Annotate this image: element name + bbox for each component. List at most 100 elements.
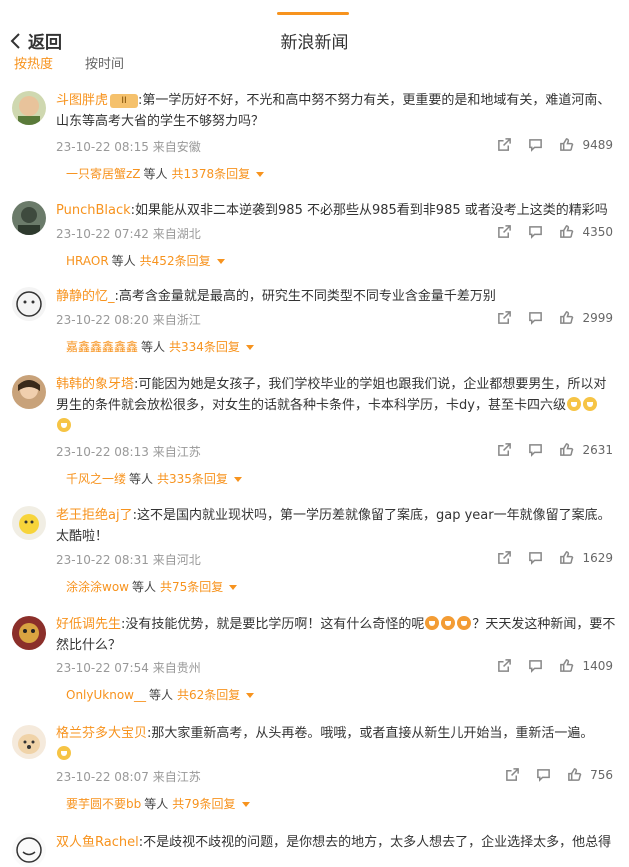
crying-emoji-icon xyxy=(57,418,71,432)
reply-summary[interactable]: 嘉鑫鑫鑫鑫鑫 等人 共334条回复 xyxy=(66,338,254,355)
comment-meta: 23-10-22 08:07 来自江苏 xyxy=(56,768,201,785)
reply-count[interactable]: 共75条回复 xyxy=(160,578,223,595)
thumbs-up-icon xyxy=(560,551,574,564)
avatar[interactable] xyxy=(12,833,46,867)
location: 来自江苏 xyxy=(152,770,201,784)
like-button[interactable]: 2631 xyxy=(559,442,613,457)
reply-summary[interactable]: 要芋圆不要bb 等人 共79条回复 xyxy=(66,795,250,812)
reply-user[interactable]: OnlyUknow__ xyxy=(66,688,146,702)
chevron-down-icon xyxy=(241,802,250,807)
avatar[interactable] xyxy=(12,616,46,650)
reply-user[interactable]: HRAOR xyxy=(66,254,109,268)
reply-mid: 等人 xyxy=(129,472,154,486)
avatar[interactable] xyxy=(12,287,46,321)
like-count: 2999 xyxy=(582,310,613,325)
like-button[interactable]: 1629 xyxy=(559,550,613,565)
reply-user[interactable]: 涂涂涂wow xyxy=(66,578,129,595)
timestamp: 23-10-22 07:54 xyxy=(56,661,149,675)
comment-icon[interactable] xyxy=(528,310,543,325)
share-icon[interactable] xyxy=(497,137,512,152)
thumbs-up-icon xyxy=(560,225,574,238)
comment-meta: 23-10-22 08:15 来自安徽 xyxy=(56,138,201,155)
like-button[interactable]: 756 xyxy=(567,767,613,782)
reply-mid: 等人 xyxy=(144,797,169,811)
reply-count[interactable]: 共334条回复 xyxy=(169,338,240,355)
comment-actions: 1409 xyxy=(497,658,613,673)
timestamp: 23-10-22 07:42 xyxy=(56,227,149,241)
share-icon[interactable] xyxy=(497,442,512,457)
tab-time[interactable]: 按时间 xyxy=(85,56,124,76)
comment-icon[interactable] xyxy=(536,767,551,782)
comment-content: :高考含金量就是最高的，研究生不同类型不同专业含金量千差万别 xyxy=(114,289,496,304)
reply-count[interactable]: 共335条回复 xyxy=(157,470,228,487)
location: 来自安徽 xyxy=(152,140,201,154)
comment-meta: 23-10-22 08:31 来自河北 xyxy=(56,551,201,568)
share-icon[interactable] xyxy=(497,310,512,325)
avatar[interactable] xyxy=(12,201,46,235)
surprised-emoji-icon xyxy=(457,616,472,630)
comment-meta: 23-10-22 08:20 来自浙江 xyxy=(56,311,201,328)
comment-icon[interactable] xyxy=(528,137,543,152)
reply-summary[interactable]: 一只寄居蟹zZ 等人 共1378条回复 xyxy=(66,165,265,182)
reply-summary[interactable]: 涂涂涂wow 等人 共75条回复 xyxy=(66,578,238,595)
comment-meta: 23-10-22 08:13 来自江苏 xyxy=(56,443,201,460)
reply-user[interactable]: 嘉鑫鑫鑫鑫鑫 xyxy=(66,338,138,355)
username[interactable]: PunchBlack xyxy=(56,203,131,218)
username[interactable]: 好低调先生 xyxy=(56,617,121,632)
reply-count[interactable]: 共452条回复 xyxy=(140,252,211,269)
like-count: 1629 xyxy=(582,550,613,565)
comment-actions: 9489 xyxy=(497,137,613,152)
like-button[interactable]: 1409 xyxy=(559,658,613,673)
reply-count[interactable]: 共1378条回复 xyxy=(172,165,251,182)
share-icon[interactable] xyxy=(497,224,512,239)
like-button[interactable]: 9489 xyxy=(559,137,613,152)
avatar[interactable] xyxy=(12,375,46,409)
comment-meta: 23-10-22 07:42 来自湖北 xyxy=(56,225,201,242)
reply-mid: 等人 xyxy=(141,340,166,354)
reply-user[interactable]: 千风之一缕 xyxy=(66,470,126,487)
comment-icon[interactable] xyxy=(528,224,543,239)
share-icon[interactable] xyxy=(497,550,512,565)
username[interactable]: 斗图胖虎 xyxy=(56,93,108,108)
comment-text: 双人鱼Rachel:不是歧视不歧视的问题，是你想去的地方，太多人想去了，企业选择… xyxy=(56,832,617,853)
reply-summary[interactable]: HRAOR 等人 共452条回复 xyxy=(66,252,225,269)
reply-count[interactable]: 共79条回复 xyxy=(172,795,235,812)
crying-emoji-icon xyxy=(582,397,597,411)
location: 来自湖北 xyxy=(152,227,201,241)
avatar[interactable] xyxy=(12,91,46,125)
comment-actions: 756 xyxy=(505,767,613,782)
avatar[interactable] xyxy=(12,725,46,759)
comment-icon[interactable] xyxy=(528,550,543,565)
reply-count[interactable]: 共62条回复 xyxy=(177,686,240,703)
username[interactable]: 韩韩的象牙塔 xyxy=(56,377,134,392)
reply-summary[interactable]: OnlyUknow__ 等人 共62条回复 xyxy=(66,686,255,703)
thumbs-up-icon xyxy=(560,659,574,672)
comment-content: :没有技能优势，就是要比学历啊！这有什么奇怪的呢 xyxy=(121,617,425,632)
comment-icon[interactable] xyxy=(528,658,543,673)
like-button[interactable]: 4350 xyxy=(559,224,613,239)
timestamp: 23-10-22 08:07 xyxy=(56,770,149,784)
username[interactable]: 静静的忆_ xyxy=(56,289,115,304)
comment-content: :如果能从双非二本逆袭到985 不必那些从985看到非985 或者没考上这类的精… xyxy=(130,203,608,218)
like-button[interactable]: 2999 xyxy=(559,310,613,325)
top-bar: 返回 新浪新闻 按热度 按时间 xyxy=(0,0,629,78)
reply-summary[interactable]: 千风之一缕 等人 共335条回复 xyxy=(66,470,242,487)
comment-actions: 2631 xyxy=(497,442,613,457)
username[interactable]: 老王拒绝aj了 xyxy=(56,508,133,523)
title-accent-bar xyxy=(277,12,349,15)
username[interactable]: 格兰芬多大宝贝 xyxy=(56,726,147,741)
avatar[interactable] xyxy=(12,506,46,540)
share-icon[interactable] xyxy=(505,767,520,782)
comment-text: 静静的忆_:高考含金量就是最高的，研究生不同类型不同专业含金量千差万别 xyxy=(56,286,617,307)
timestamp: 23-10-22 08:13 xyxy=(56,445,149,459)
like-count: 1409 xyxy=(582,658,613,673)
comment-content: :这不是国内就业现状吗，第一学历差就像留了案底，gap year一年就像留了案底… xyxy=(56,508,611,544)
reply-user[interactable]: 要芋圆不要bb xyxy=(66,795,141,812)
reply-user[interactable]: 一只寄居蟹zZ xyxy=(66,165,141,182)
comment-icon[interactable] xyxy=(528,442,543,457)
chevron-down-icon xyxy=(229,585,238,590)
tab-hot[interactable]: 按热度 xyxy=(14,56,53,76)
comment-actions: 4350 xyxy=(497,224,613,239)
share-icon[interactable] xyxy=(497,658,512,673)
username[interactable]: 双人鱼Rachel xyxy=(56,835,139,850)
